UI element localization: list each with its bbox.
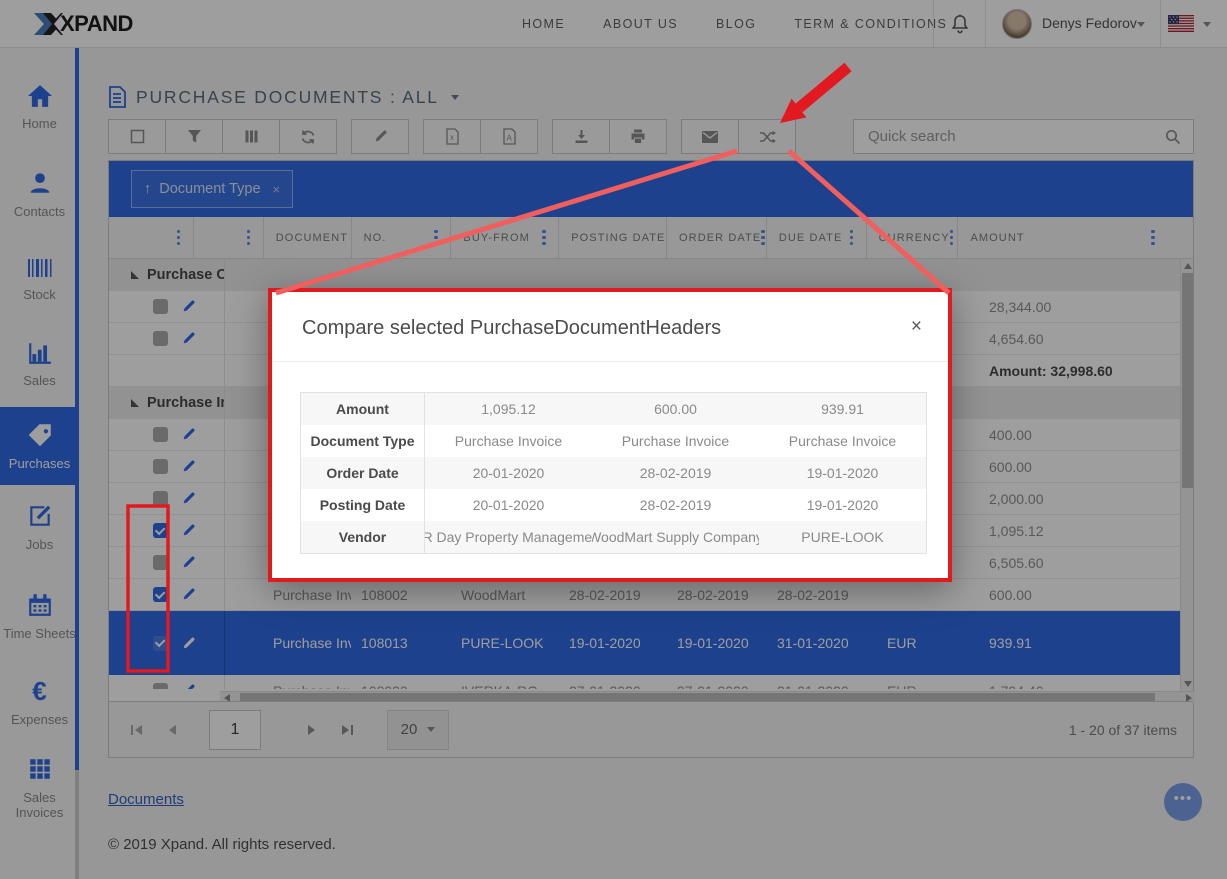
compare-row-posting-date: Posting Date 20-01-2020 28-02-2019 19-01… [301,489,926,521]
compare-modal: Compare selected PurchaseDocumentHeaders… [268,288,952,582]
modal-header: Compare selected PurchaseDocumentHeaders… [272,292,948,362]
compare-row-vendor: Vendor AR Day Property Management WoodMa… [301,521,926,553]
modal-title: Compare selected PurchaseDocumentHeaders [302,317,721,339]
compare-table: Amount 1,095.12 600.00 939.91 Document T… [300,392,927,554]
compare-row-order-date: Order Date 20-01-2020 28-02-2019 19-01-2… [301,457,926,489]
compare-row-document-type: Document Type Purchase Invoice Purchase … [301,425,926,457]
compare-row-amount: Amount 1,095.12 600.00 939.91 [301,393,926,425]
close-icon[interactable]: × [911,316,922,338]
